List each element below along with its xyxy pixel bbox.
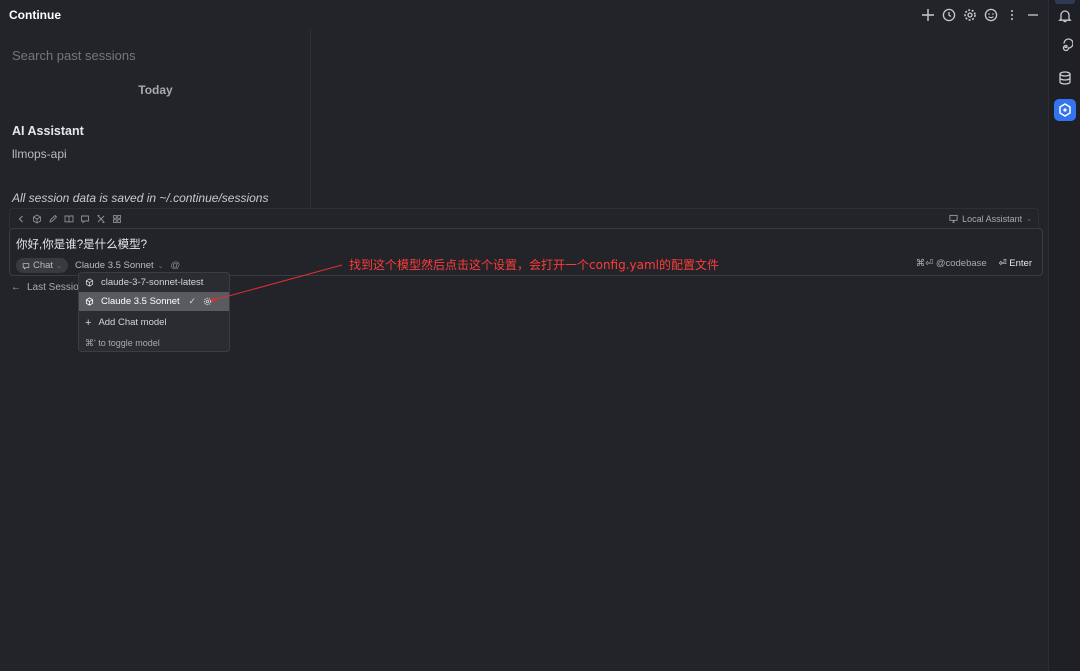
- tool-icons: [16, 213, 122, 224]
- app-title: Continue: [9, 8, 61, 22]
- session-item[interactable]: AI Assistant llmops-api: [12, 124, 302, 161]
- monitor-icon: [949, 214, 958, 223]
- model-option[interactable]: claude-3-7-sonnet-latest: [79, 273, 229, 292]
- model-option-selected[interactable]: Claude 3.5 Sonnet ✓: [79, 292, 229, 311]
- continue-logo-icon[interactable]: [1054, 99, 1076, 121]
- plus-icon: +: [85, 316, 92, 329]
- cube-icon: [85, 278, 94, 287]
- top-actions: [921, 8, 1040, 22]
- model-option-label: Claude 3.5 Sonnet: [101, 296, 180, 307]
- tools-icon[interactable]: [96, 214, 106, 224]
- session-history-panel: Today AI Assistant llmops-api All sessio…: [0, 30, 311, 208]
- chevron-down-icon: ⌄: [1026, 215, 1032, 223]
- input-right-controls: ⌘⏎ @codebase ⏎ Enter: [916, 258, 1032, 269]
- session-save-note: All session data is saved in ~/.continue…: [12, 191, 269, 205]
- check-icon: ✓: [188, 296, 196, 306]
- cube-icon[interactable]: [32, 213, 42, 224]
- minimize-icon[interactable]: [1026, 8, 1040, 22]
- mode-label: Chat: [33, 260, 54, 271]
- toggle-model-hint: ⌘' to toggle model: [85, 338, 160, 348]
- codebase-button[interactable]: ⌘⏎ @codebase: [916, 258, 987, 269]
- notification-bell-icon[interactable]: [1054, 5, 1076, 27]
- cube-icon: [85, 297, 94, 306]
- rail-indicator: [1055, 0, 1075, 4]
- model-label: Claude 3.5 Sonnet: [74, 260, 154, 271]
- add-chat-model-option[interactable]: + Add Chat model: [79, 313, 229, 332]
- chevron-down-icon: ⌄: [157, 262, 164, 270]
- chat-bubble-icon: [22, 262, 30, 270]
- book-icon[interactable]: [64, 214, 74, 224]
- assistant-selector[interactable]: Local Assistant ⌄: [949, 214, 1032, 224]
- last-session-label: Last Session: [27, 282, 85, 293]
- mode-selector[interactable]: Chat ⌄: [16, 258, 68, 273]
- right-tool-rail: [1048, 0, 1080, 671]
- history-group-title: Today: [138, 83, 173, 97]
- input-toolbar: Local Assistant ⌄: [9, 208, 1039, 228]
- model-dropdown: claude-3-7-sonnet-latest Claude 3.5 Sonn…: [78, 272, 230, 352]
- search-sessions-input[interactable]: [12, 46, 292, 64]
- session-title: AI Assistant: [12, 124, 84, 138]
- settings-gear-icon[interactable]: [963, 8, 977, 22]
- prompt-text[interactable]: 你好,你是谁?是什么模型?: [16, 236, 147, 252]
- last-session-link[interactable]: ← Last Session: [11, 282, 84, 293]
- enter-button[interactable]: ⏎ Enter: [999, 258, 1032, 269]
- session-subtitle: llmops-api: [12, 147, 67, 161]
- new-session-icon[interactable]: [921, 8, 935, 22]
- assistant-label: Local Assistant: [962, 213, 1023, 224]
- more-vertical-icon[interactable]: [1005, 8, 1019, 22]
- collapse-chevron-left-icon[interactable]: [16, 214, 26, 224]
- grid-icon[interactable]: [112, 214, 122, 224]
- database-icon[interactable]: [1054, 67, 1076, 89]
- at-mention-button[interactable]: @: [171, 260, 181, 271]
- chevron-down-icon: ⌄: [56, 262, 62, 270]
- comment-icon[interactable]: [80, 214, 90, 224]
- smiley-icon[interactable]: [984, 8, 998, 22]
- model-settings-gear-icon[interactable]: [203, 297, 213, 307]
- add-chat-model-label: Add Chat model: [98, 317, 167, 328]
- top-bar: Continue: [0, 0, 1048, 30]
- input-bottom-controls: Chat ⌄ Claude 3.5 Sonnet ⌄ @: [16, 258, 180, 273]
- arrow-left-icon: ←: [11, 282, 21, 293]
- pencil-icon[interactable]: [48, 214, 58, 224]
- model-selector[interactable]: Claude 3.5 Sonnet ⌄: [75, 260, 164, 271]
- spiral-icon[interactable]: [1054, 35, 1076, 57]
- history-clock-icon[interactable]: [942, 8, 956, 22]
- annotation-text: 找到这个模型然后点击这个设置，会打开一个config.yaml的配置文件: [349, 258, 720, 272]
- model-option-label: claude-3-7-sonnet-latest: [101, 277, 204, 288]
